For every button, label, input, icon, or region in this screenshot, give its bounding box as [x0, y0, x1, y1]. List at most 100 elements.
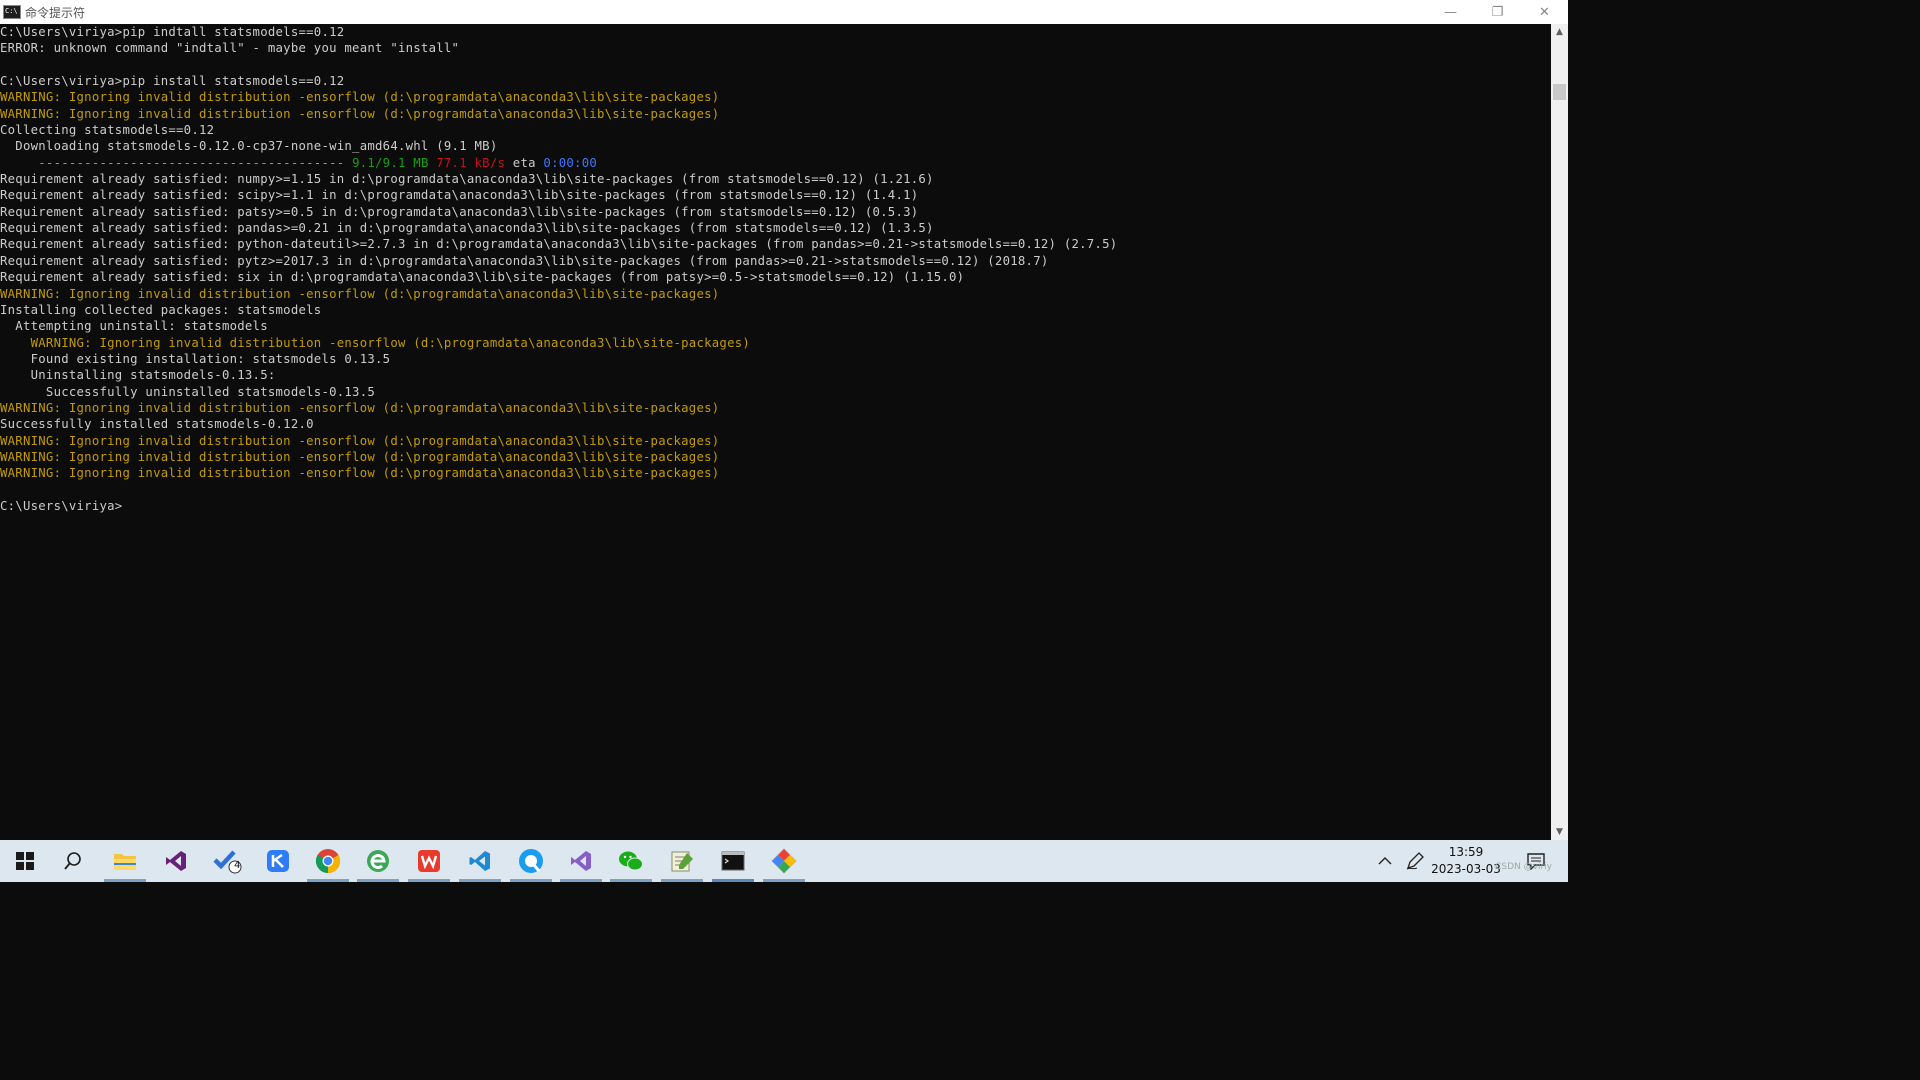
console-line: Successfully installed statsmodels-0.12.…: [0, 416, 1551, 432]
console-text-segment: Attempting uninstall: statsmodels: [0, 319, 268, 334]
console-line: WARNING: Ignoring invalid distribution -…: [0, 433, 1551, 449]
console-line: C:\Users\viriya>: [0, 498, 1551, 514]
clock-date: 2023-03-03: [1431, 862, 1501, 876]
scroll-up-arrow-icon[interactable]: ▲: [1551, 24, 1568, 40]
console-line: Requirement already satisfied: pandas>=0…: [0, 220, 1551, 236]
console-text-segment: WARNING: Ignoring invalid distribution -…: [0, 466, 720, 481]
console-text-segment: ----------------------------------------: [0, 155, 353, 170]
console-text-segment: Successfully uninstalled statsmodels-0.1…: [0, 384, 376, 399]
console-text-segment: Requirement already satisfied: python-da…: [0, 237, 1118, 252]
console-line: Installing collected packages: statsmode…: [0, 302, 1551, 318]
taskbar-app-edge[interactable]: [357, 840, 399, 882]
console-text-segment: ERROR: unknown command "indtall" - maybe…: [0, 41, 460, 56]
cmd-app-icon[interactable]: C:\: [3, 5, 21, 19]
active-indicator: [510, 879, 552, 882]
console-text-segment: C:\Users\viriya>: [0, 498, 123, 513]
console-line: Downloading statsmodels-0.12.0-cp37-none…: [0, 138, 1551, 154]
scroll-down-arrow-icon[interactable]: ▼: [1551, 824, 1568, 840]
taskbar-app-wechat[interactable]: [610, 840, 652, 882]
notification-center-button[interactable]: [1516, 840, 1556, 882]
chevron-up-icon: [1378, 857, 1392, 865]
console-line: Uninstalling statsmodels-0.13.5:: [0, 367, 1551, 383]
console-line: WARNING: Ignoring invalid distribution -…: [0, 89, 1551, 105]
console-text-segment: Downloading statsmodels-0.12.0-cp37-none…: [0, 139, 498, 154]
taskbar-app-notepad[interactable]: [661, 840, 703, 882]
console-line: Found existing installation: statsmodels…: [0, 351, 1551, 367]
taskbar-app-vscode[interactable]: [459, 840, 501, 882]
console-text-segment: Uninstalling statsmodels-0.13.5:: [0, 368, 276, 383]
console-line: WARNING: Ignoring invalid distribution -…: [0, 400, 1551, 416]
vscode-icon: [469, 851, 490, 871]
console-line: ----------------------------------------…: [0, 155, 1551, 171]
notepad-icon: [671, 851, 693, 872]
console-text-segment: WARNING: Ignoring invalid distribution -…: [0, 433, 720, 448]
clock-time: 13:59: [1448, 845, 1484, 859]
console-line: Requirement already satisfied: scipy>=1.…: [0, 187, 1551, 203]
taskbar-app-tool[interactable]: [763, 840, 805, 882]
console-line: Requirement already satisfied: pytz>=201…: [0, 253, 1551, 269]
console-text-segment: C:\Users\viriya>pip install statsmodels=…: [0, 74, 345, 89]
taskbar-app-qq-browser[interactable]: [510, 840, 552, 882]
vertical-scrollbar[interactable]: ▲ ▼: [1551, 24, 1568, 840]
active-indicator: [459, 879, 501, 882]
console-text-segment: Found existing installation: statsmodels…: [0, 351, 391, 366]
kingsoft-icon: [267, 850, 289, 872]
taskbar-app-visual-studio[interactable]: [155, 840, 197, 882]
search-icon: [64, 852, 81, 870]
taskbar-app-visual-studio-2[interactable]: [560, 840, 602, 882]
console-text-segment: Requirement already satisfied: scipy>=1.…: [0, 188, 919, 203]
restore-button[interactable]: ❐: [1474, 0, 1521, 24]
console-line: WARNING: Ignoring invalid distribution -…: [0, 286, 1551, 302]
close-button[interactable]: ✕: [1521, 0, 1568, 24]
console-line: Collecting statsmodels==0.12: [0, 122, 1551, 138]
console-line: Requirement already satisfied: patsy>=0.…: [0, 204, 1551, 220]
taskbar: 4 13:59 2023-03-03 CSDN @viriy: [0, 840, 1568, 882]
tray-pen-button[interactable]: [1395, 840, 1435, 882]
console-text-segment: Collecting statsmodels==0.12: [0, 123, 215, 138]
console-line: WARNING: Ignoring invalid distribution -…: [0, 335, 1551, 351]
clock[interactable]: 13:59 2023-03-03: [1430, 844, 1502, 878]
taskbar-app-wps[interactable]: [408, 840, 450, 882]
wechat-icon: [619, 851, 643, 871]
console-line: ERROR: unknown command "indtall" - maybe…: [0, 40, 1551, 56]
taskbar-app-todo[interactable]: 4: [206, 840, 248, 882]
watermark: CSDN @viriy: [1495, 862, 1552, 872]
taskbar-app-chrome[interactable]: [307, 840, 349, 882]
start-button[interactable]: [4, 840, 46, 882]
minimize-button[interactable]: —: [1427, 0, 1474, 24]
console-line: WARNING: Ignoring invalid distribution -…: [0, 449, 1551, 465]
console-text-segment: WARNING: Ignoring invalid distribution -…: [0, 106, 720, 121]
file-explorer-icon: [114, 854, 136, 870]
active-indicator: [408, 879, 450, 882]
todo-badge: 4: [234, 860, 241, 871]
taskbar-app-kingsoft[interactable]: [257, 840, 299, 882]
console-line: WARNING: Ignoring invalid distribution -…: [0, 465, 1551, 481]
console-line: WARNING: Ignoring invalid distribution -…: [0, 106, 1551, 122]
console-line: Attempting uninstall: statsmodels: [0, 318, 1551, 334]
console-line: C:\Users\viriya>pip indtall statsmodels=…: [0, 24, 1551, 40]
title-bar: C:\ 命令提示符 — ❐ ✕: [0, 0, 1568, 24]
active-indicator: [712, 879, 754, 882]
console-text-segment: Successfully installed statsmodels-0.12.…: [0, 417, 314, 432]
windows-logo-icon: [16, 852, 34, 870]
window-title: 命令提示符: [25, 5, 86, 20]
visual-studio-2-icon: [571, 851, 591, 871]
active-indicator: [661, 879, 703, 882]
pen-workspace-icon: [1406, 852, 1424, 870]
scrollbar-thumb[interactable]: [1553, 84, 1566, 100]
cmd-app-icon-label: C:\: [5, 7, 18, 15]
console-output[interactable]: C:\Users\viriya>pip indtall statsmodels=…: [0, 24, 1551, 840]
console-text-segment: C:\Users\viriya>pip indtall statsmodels=…: [0, 25, 345, 39]
taskbar-app-file-explorer[interactable]: [104, 840, 146, 882]
visual-studio-icon: [166, 851, 186, 871]
console-text-segment: WARNING: Ignoring invalid distribution -…: [0, 449, 720, 464]
console-text-segment: 77.1 kB/s: [436, 155, 506, 170]
wps-icon: [418, 850, 440, 872]
qq-browser-icon: [519, 849, 543, 873]
edge-legacy-icon: [367, 850, 389, 872]
taskbar-app-cmd[interactable]: [712, 840, 754, 882]
taskbar-search-button[interactable]: [52, 840, 94, 882]
console-text-segment: WARNING: Ignoring invalid distribution -…: [0, 286, 720, 301]
